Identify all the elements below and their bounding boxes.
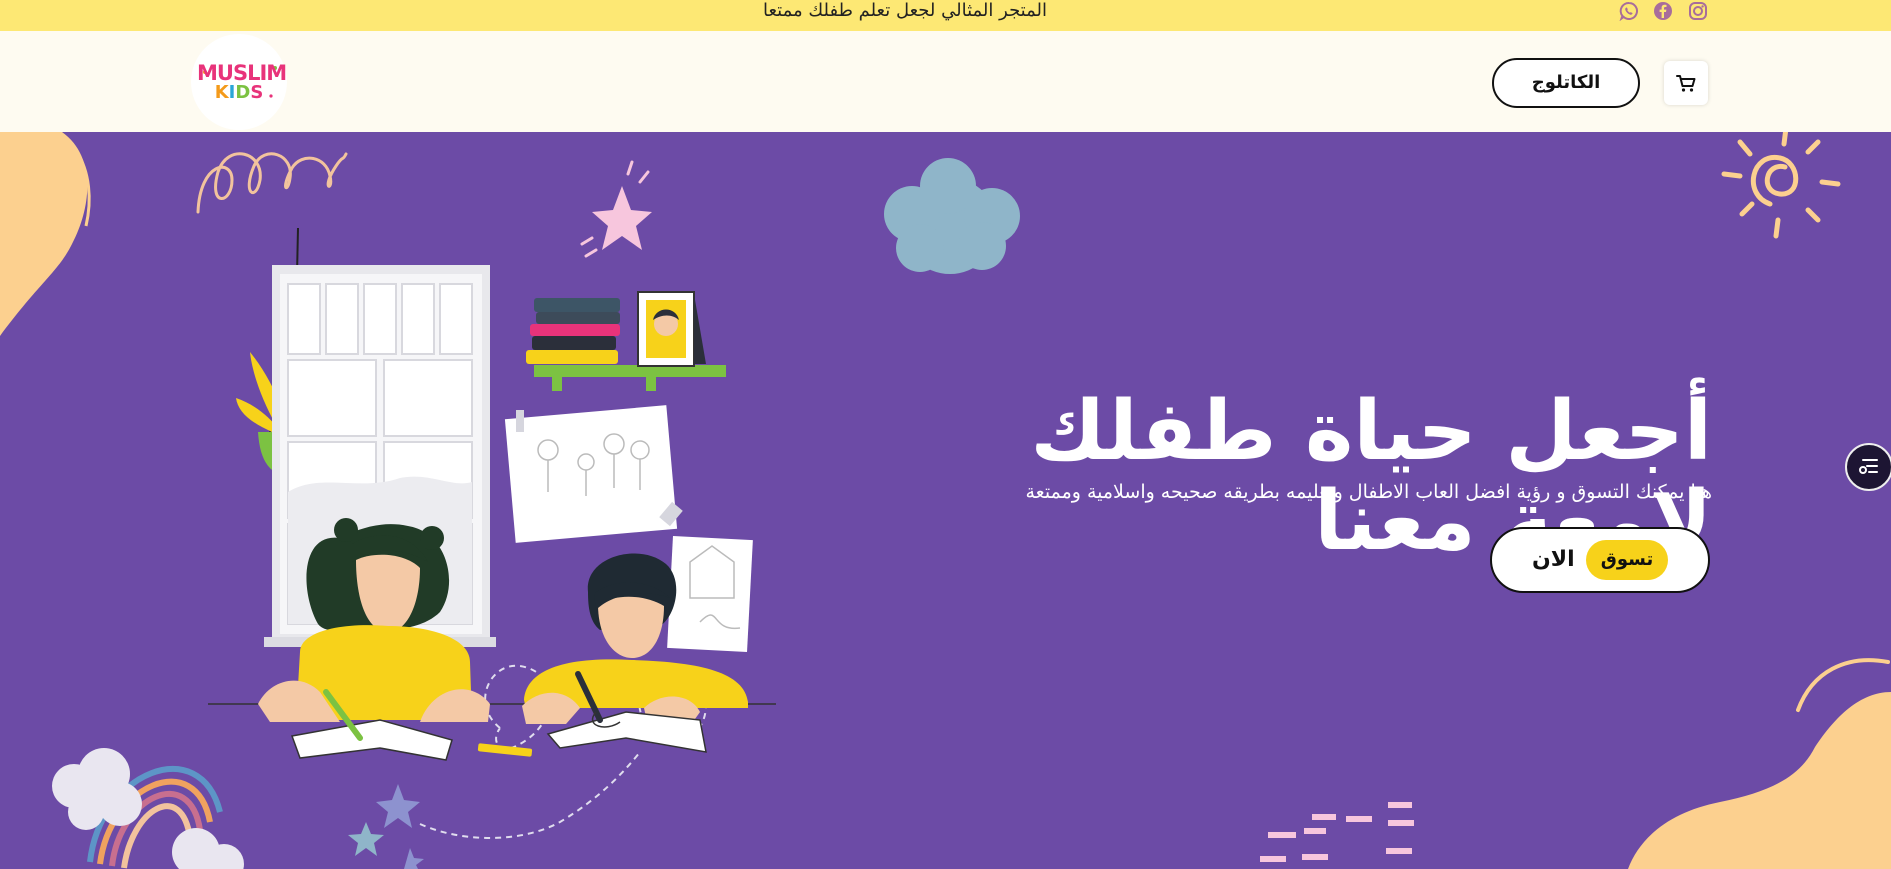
menu-list-icon <box>1859 459 1878 474</box>
catalog-button[interactable]: الكاتلوج <box>1492 58 1640 108</box>
facebook-icon[interactable] <box>1653 1 1673 21</box>
announcement-bar: المتجر المثالي لجعل تعلم طفلك ممتعا <box>0 0 1891 31</box>
logo-text-kids: KIDS <box>214 82 264 103</box>
hero-headline-line1: أجعل حياة طفلك <box>1030 384 1712 479</box>
instagram-icon[interactable] <box>1688 1 1708 21</box>
announcement-text: المتجر المثالي لجعل تعلم طفلك ممتعا <box>762 0 1048 21</box>
cart-icon <box>1676 75 1696 92</box>
site-logo[interactable]: MUSLIM KIDS <box>191 34 287 130</box>
whatsapp-icon[interactable] <box>1619 1 1639 22</box>
shop-now-label: الان <box>1532 547 1575 572</box>
shop-now-highlight: تسوق <box>1586 540 1668 580</box>
cart-button[interactable] <box>1664 61 1708 105</box>
logo-text-muslim: MUSLIM <box>197 61 287 85</box>
hero-subtext: هنا يمكنك التسوق و رؤية افضل العاب الاطف… <box>1025 481 1713 503</box>
shop-now-button[interactable]: تسوق الان <box>1490 527 1710 593</box>
floating-menu-button[interactable] <box>1845 443 1891 491</box>
